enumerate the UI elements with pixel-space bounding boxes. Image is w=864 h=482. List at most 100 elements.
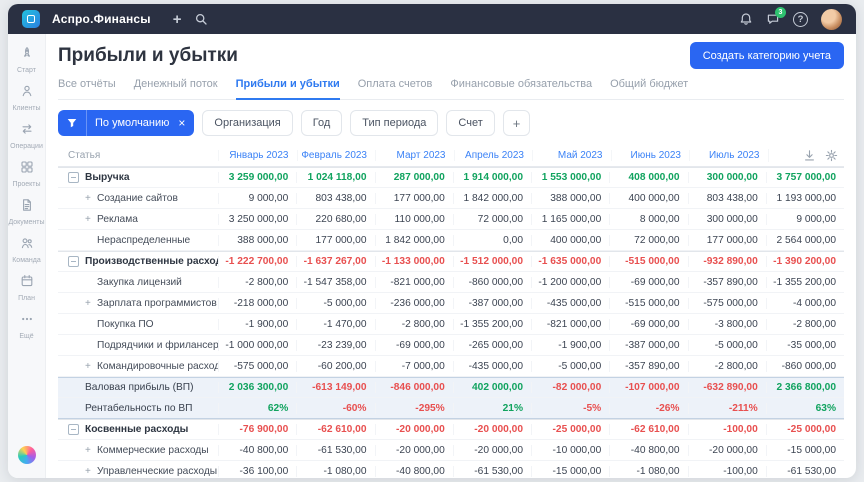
row-value-cell: -10 000,00 — [531, 444, 609, 456]
row-article-cell[interactable]: + Создание сайтов — [58, 193, 218, 204]
row-article-cell[interactable]: + Коммерческие расходы — [58, 445, 218, 456]
tab-budget[interactable]: Общий бюджет — [610, 75, 688, 99]
sidebar-item-team[interactable]: Команда — [8, 236, 44, 264]
expand-plus-icon[interactable]: + — [85, 445, 97, 456]
sidebar-item-label: Ещё — [19, 333, 34, 340]
filter-chip-year[interactable]: Год — [300, 110, 343, 136]
row-value-cell: -25 000,00 — [765, 424, 844, 435]
expand-plus-icon[interactable]: + — [85, 193, 97, 204]
row-article-label: Нераспределенные — [97, 234, 191, 246]
table-row: Покупка ПО -1 900,00 -1 470,00 -2 800,00 -1 … — [58, 314, 844, 335]
expand-plus-icon[interactable]: + — [85, 466, 97, 477]
row-article-cell[interactable]: Валовая прибыль (ВП) — [58, 382, 218, 393]
rocket-icon — [20, 46, 34, 65]
table-row: Закупка лицензий -2 800,00 -1 547 358,00 -8… — [58, 272, 844, 293]
row-value-cell: -1 470,00 — [296, 318, 374, 330]
row-value-cell: -1 635 000,00 — [531, 256, 609, 267]
row-article-cell[interactable]: Покупка ПО — [58, 319, 218, 330]
help-icon[interactable]: ? — [793, 11, 808, 27]
row-article-cell[interactable]: Подрядчики и фрилансеры — [58, 340, 218, 351]
column-header-month[interactable]: Январь 2023 — [218, 149, 297, 161]
row-value-cell: -1 637 267,00 — [296, 256, 374, 267]
row-article-cell[interactable]: Косвенные расходы — [58, 424, 218, 435]
sidebar-item-label: План — [18, 295, 35, 302]
column-header-month[interactable]: Июль 2023 — [689, 149, 768, 161]
row-article-cell[interactable]: + Зарплата программистов — [58, 298, 218, 309]
expand-plus-icon[interactable]: + — [85, 361, 97, 372]
default-filter-chip[interactable]: По умолчанию × — [58, 110, 195, 136]
row-value-cell: 300 000,00 — [687, 213, 766, 225]
pnl-table: Статья Январь 2023 Февраль 2023 Март 2023 Ап… — [58, 144, 844, 478]
sidebar-item-more[interactable]: Ещё — [8, 312, 44, 340]
sidebar-item-operations[interactable]: Операции — [8, 122, 44, 150]
tab-all-reports[interactable]: Все отчёты — [58, 75, 116, 99]
row-article-cell[interactable]: Производственные расходы — [58, 256, 218, 267]
row-value-cell: -76 900,00 — [218, 424, 296, 435]
tab-cash-flow[interactable]: Денежный поток — [134, 75, 218, 99]
row-value-cell: -20 000,00 — [374, 424, 453, 435]
filter-close-icon[interactable]: × — [176, 116, 194, 130]
chat-icon[interactable]: 3 — [766, 7, 786, 26]
row-value-cell: 9 000,00 — [765, 213, 844, 225]
notifications-bell-icon[interactable] — [739, 12, 753, 26]
row-value-cell: 72 000,00 — [452, 213, 531, 225]
collapse-box-icon[interactable] — [68, 256, 79, 267]
row-article-cell[interactable]: Закупка лицензий — [58, 277, 218, 288]
tab-invoices[interactable]: Оплата счетов — [358, 75, 433, 99]
row-value-cell: -846 000,00 — [374, 382, 453, 393]
add-filter-button[interactable]: + — [502, 110, 531, 136]
row-value-cell: -860 000,00 — [452, 276, 531, 288]
row-value-cell: -218 000,00 — [218, 297, 296, 309]
sidebar-item-documents[interactable]: Документы — [8, 198, 45, 226]
column-header-month[interactable]: Март 2023 — [375, 149, 454, 161]
user-avatar[interactable] — [821, 8, 842, 30]
row-value-cell: -15 000,00 — [765, 444, 844, 456]
row-value-cell: -1 390 200,00 — [765, 256, 844, 267]
row-value-cell: -26% — [609, 402, 687, 414]
collapse-box-icon[interactable] — [68, 172, 79, 183]
tab-liabilities[interactable]: Финансовые обязательства — [450, 75, 592, 99]
row-value-cell: -821 000,00 — [531, 318, 609, 330]
collapse-box-icon[interactable] — [68, 424, 79, 435]
sidebar-item-label: Проекты — [12, 181, 41, 188]
row-article-cell[interactable]: + Реклама — [58, 214, 218, 225]
column-header-month[interactable]: Май 2023 — [532, 149, 611, 161]
row-value-cell: -1 200 000,00 — [531, 276, 609, 288]
tab-pnl[interactable]: Прибыли и убытки — [235, 75, 340, 100]
download-icon[interactable] — [803, 149, 816, 162]
row-value-cell: -35 000,00 — [765, 339, 844, 351]
row-article-cell[interactable]: Нераспределенные — [58, 235, 218, 246]
filter-chip-period-type[interactable]: Тип периода — [350, 110, 439, 136]
create-category-button[interactable]: Создать категорию учета — [689, 42, 844, 69]
sidebar-item-projects[interactable]: Проекты — [8, 160, 44, 188]
row-article-label: Покупка ПО — [97, 318, 154, 330]
expand-plus-icon[interactable]: + — [85, 298, 97, 309]
expand-plus-icon[interactable]: + — [85, 214, 97, 225]
row-value-cell: -62 610,00 — [609, 424, 687, 435]
gear-icon[interactable] — [825, 149, 838, 162]
search-icon[interactable] — [194, 12, 208, 26]
row-value-cell: -61 530,00 — [296, 444, 374, 456]
sidebar-item-plan[interactable]: План — [8, 274, 44, 302]
app-window: Аспро.Финансы + 3 ? Старт Клиенты Операции… — [8, 4, 856, 478]
row-value-cell: 0,00 — [452, 234, 531, 246]
column-header-month[interactable]: Февраль 2023 — [296, 149, 376, 161]
row-value-cell: -1 355 200,00 — [765, 276, 844, 288]
row-article-label: Командировочные расходы — [97, 360, 218, 372]
row-article-cell[interactable]: Выручка — [58, 172, 218, 183]
sidebar-item-clients[interactable]: Клиенты — [8, 84, 44, 112]
filter-chip-account[interactable]: Счет — [446, 110, 495, 136]
row-article-cell[interactable]: + Командировочные расходы — [58, 361, 218, 372]
row-value-cell: -1 900,00 — [218, 318, 296, 330]
column-header-month[interactable]: Апрель 2023 — [453, 149, 533, 161]
row-value-cell: -515 000,00 — [609, 256, 687, 267]
filter-chip-organization[interactable]: Организация — [202, 110, 293, 136]
app-logo-icon[interactable] — [22, 10, 40, 28]
column-header-month[interactable]: Июнь 2023 — [610, 149, 690, 161]
sidebar-item-start[interactable]: Старт — [8, 46, 44, 74]
sidebar-item-label: Команда — [12, 257, 41, 264]
quick-add-icon[interactable]: + — [173, 12, 182, 27]
row-article-cell[interactable]: Рентабельность по ВП — [58, 403, 218, 414]
row-article-cell[interactable]: + Управленческие расходы — [58, 466, 218, 477]
aspro-logo-icon[interactable] — [17, 446, 36, 464]
